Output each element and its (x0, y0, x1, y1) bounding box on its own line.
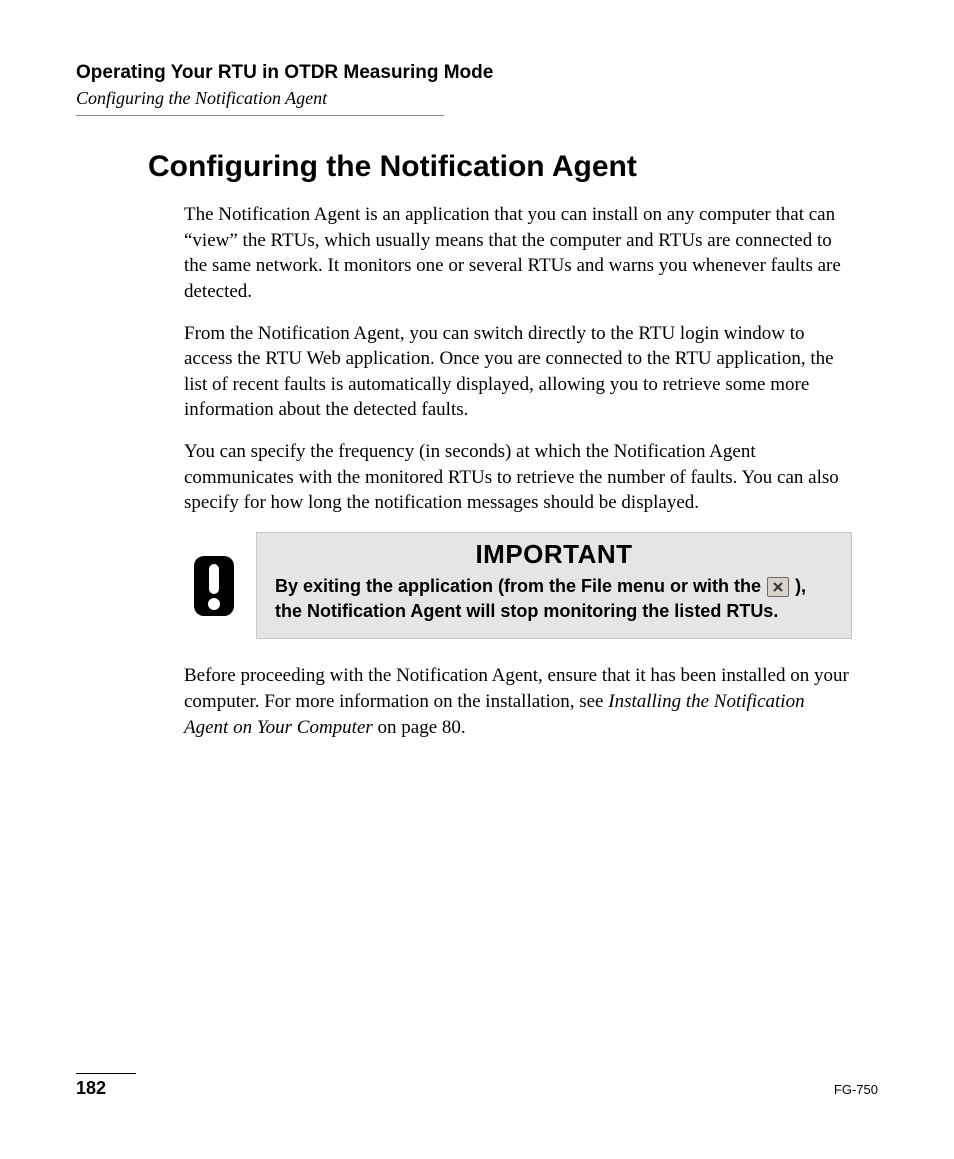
section-breadcrumb: Configuring the Notification Agent (76, 88, 878, 109)
callout-body: By exiting the application (from the Fil… (275, 574, 833, 624)
text: on page 80. (378, 717, 466, 738)
footer-rule (76, 1073, 136, 1074)
page: Operating Your RTU in OTDR Measuring Mod… (0, 0, 954, 1159)
section-heading: Configuring the Notification Agent (148, 150, 878, 184)
page-number: 182 (76, 1078, 106, 1099)
important-callout: IMPORTANT By exiting the application (fr… (182, 532, 852, 639)
document-id: FG-750 (834, 1082, 878, 1097)
paragraph: From the Notification Agent, you can swi… (184, 321, 850, 424)
header-rule (76, 115, 444, 116)
callout-title: IMPORTANT (275, 539, 833, 570)
page-footer: 182 FG-750 (76, 1073, 878, 1099)
chapter-title: Operating Your RTU in OTDR Measuring Mod… (76, 62, 878, 84)
paragraph: You can specify the frequency (in second… (184, 439, 850, 516)
callout-box: IMPORTANT By exiting the application (fr… (256, 532, 852, 639)
callout-text-before: By exiting the application (from the Fil… (275, 576, 766, 596)
body-text-block: The Notification Agent is an application… (184, 202, 850, 516)
exclamation-icon (182, 532, 256, 639)
paragraph: Before proceeding with the Notification … (184, 663, 850, 740)
close-icon (767, 577, 789, 597)
paragraph: The Notification Agent is an application… (184, 202, 850, 305)
body-text-block: Before proceeding with the Notification … (184, 663, 850, 740)
